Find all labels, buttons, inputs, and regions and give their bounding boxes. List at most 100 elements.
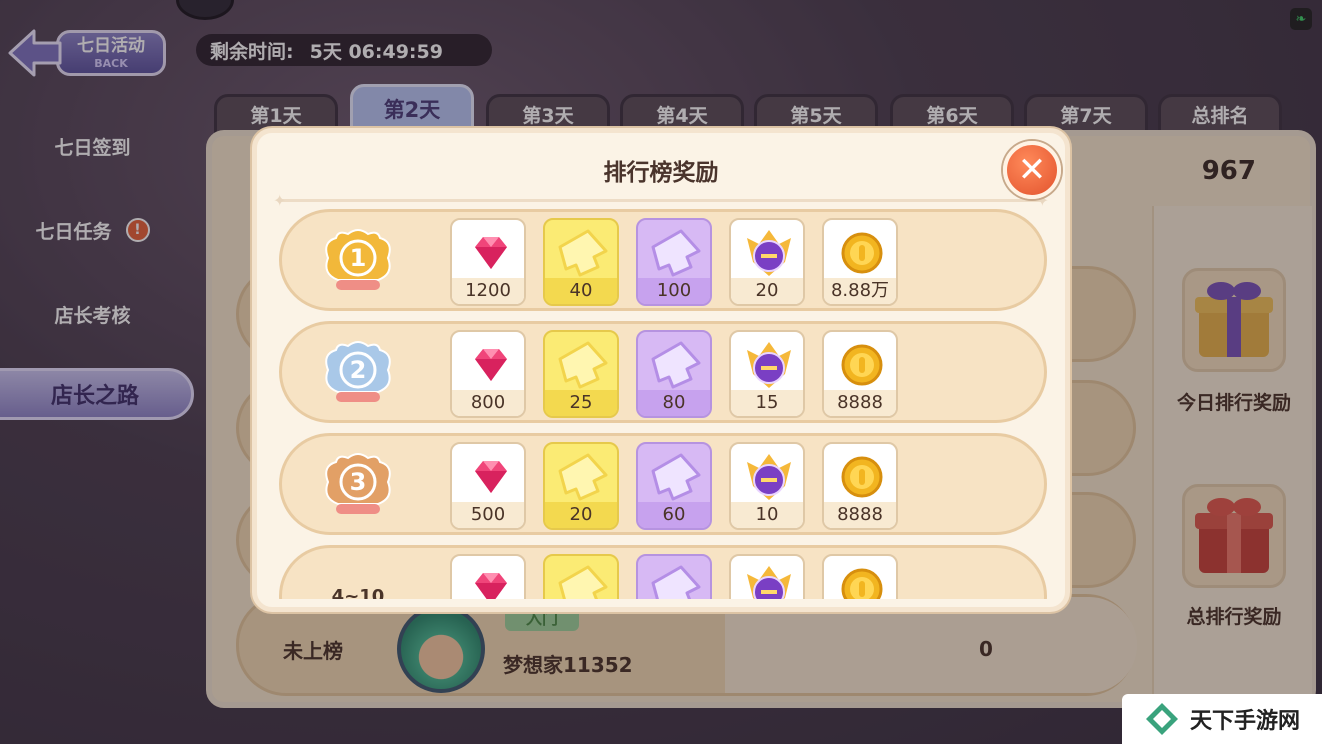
rank-number: 1	[350, 244, 367, 272]
back-arrow-icon	[6, 28, 62, 78]
reward-row: 4~10	[279, 545, 1047, 599]
watermark-text: 天下手游网	[1189, 709, 1300, 734]
tab-day-2[interactable]: 第2天	[350, 84, 474, 134]
rank-medal-icon: 1	[318, 228, 398, 296]
reward-quantity: 25	[545, 390, 617, 416]
reward-item[interactable]: 8888	[822, 442, 898, 530]
reward-quantity: 10	[731, 502, 803, 528]
gold-coin-icon	[824, 338, 896, 392]
reward-quantity: 80	[638, 390, 710, 416]
sidebar-item-label: 七日任务	[35, 220, 112, 243]
reward-quantity: 40	[545, 278, 617, 304]
reward-item[interactable]: 20	[543, 442, 619, 530]
today-reward-label: 今日排行奖励	[1176, 392, 1291, 414]
total-reward-button[interactable]	[1182, 484, 1286, 588]
sparkle-icon: ✦	[273, 191, 287, 210]
rank-medal-icon: 2	[318, 340, 398, 408]
sidebar-item-sign-in[interactable]: 七日签到	[0, 120, 185, 172]
reward-list[interactable]: 1 1200 40 100 20 8.88万 2 800 25 80 15 8888 3 500 20 60 1…	[279, 209, 1047, 599]
reward-item[interactable]	[729, 554, 805, 599]
shield-badge-icon	[731, 226, 803, 280]
ruby-icon	[452, 338, 524, 392]
reward-quantity: 8.88万	[824, 278, 896, 304]
panel-score: 967	[1201, 156, 1256, 186]
reward-item[interactable]	[543, 554, 619, 599]
red-gift-icon	[1195, 498, 1273, 573]
reward-item[interactable]: 60	[636, 442, 712, 530]
reward-item[interactable]: 800	[450, 330, 526, 418]
rank-number: 3	[350, 468, 367, 496]
shield-badge-icon	[731, 450, 803, 504]
player-avatar-top[interactable]	[176, 0, 234, 20]
modal-divider	[279, 199, 1043, 202]
sidebar-item-label: 店长考核	[54, 304, 131, 327]
reward-item[interactable]	[636, 554, 712, 599]
reward-item[interactable]: 8888	[822, 330, 898, 418]
my-avatar	[397, 605, 485, 693]
gold-ticket-icon	[545, 226, 617, 280]
sidebar-item-label: 七日签到	[54, 136, 131, 159]
purple-gift-icon	[1195, 282, 1273, 357]
reward-column: 今日排行奖励 总排行奖励	[1152, 206, 1312, 696]
purple-ticket-icon	[638, 562, 710, 599]
rank-range: 4~10	[331, 586, 385, 599]
reward-item[interactable]: 15	[729, 330, 805, 418]
sidebar-item-manager-road[interactable]: 店长之路	[0, 368, 194, 420]
back-button[interactable]: 七日活动 BACK	[6, 26, 176, 80]
my-rank-label: 未上榜	[283, 639, 343, 663]
reward-item[interactable]: 40	[543, 218, 619, 306]
reward-quantity: 100	[638, 278, 710, 304]
reward-item[interactable]: 10	[729, 442, 805, 530]
diamond-logo-icon	[1145, 703, 1178, 735]
reward-quantity: 20	[545, 502, 617, 528]
total-reward-label: 总排行奖励	[1186, 606, 1282, 628]
reward-quantity: 60	[638, 502, 710, 528]
reward-quantity: 15	[731, 390, 803, 416]
reward-item[interactable]: 100	[636, 218, 712, 306]
sidebar-item-tasks[interactable]: 七日任务 !	[0, 204, 185, 256]
reward-item[interactable]: 80	[636, 330, 712, 418]
timer-value: 5天 06:49:59	[309, 40, 443, 63]
gold-coin-icon	[824, 226, 896, 280]
reward-quantity: 800	[452, 390, 524, 416]
reward-quantity: 8888	[824, 390, 896, 416]
reward-item[interactable]: 500	[450, 442, 526, 530]
site-watermark: 天下手游网	[1122, 694, 1322, 744]
back-label: 七日活动 BACK	[56, 30, 166, 76]
gold-coin-icon	[824, 562, 896, 599]
reward-row: 1 1200 40 100 20 8.88万	[279, 209, 1047, 311]
ruby-icon	[452, 562, 524, 599]
reward-item[interactable]	[450, 554, 526, 599]
my-score: 0	[979, 637, 993, 661]
alert-badge-icon: !	[125, 218, 150, 242]
shield-badge-icon	[731, 338, 803, 392]
sidebar-item-assessment[interactable]: 店长考核	[0, 288, 185, 340]
reward-item[interactable]: 25	[543, 330, 619, 418]
ranking-reward-modal: 排行榜奖励 ✦ ✦ ✕ 1 1200 40 100 20 8.88万 2 800 25 80 15 8…	[252, 128, 1070, 612]
sidebar-item-label: 店长之路	[50, 384, 139, 409]
reward-row: 3 500 20 60 10 8888	[279, 433, 1047, 535]
gold-ticket-icon	[545, 338, 617, 392]
countdown-timer: 剩余时间: 5天 06:49:59	[196, 34, 492, 66]
reward-quantity: 20	[731, 278, 803, 304]
tab-total-rank[interactable]: 总排名	[1158, 94, 1282, 134]
gold-ticket-icon	[545, 562, 617, 599]
reward-item[interactable]: 20	[729, 218, 805, 306]
reward-item[interactable]: 1200	[450, 218, 526, 306]
today-reward-button[interactable]	[1182, 268, 1286, 372]
back-title: 七日活动	[77, 35, 145, 56]
purple-ticket-icon	[638, 338, 710, 392]
leaf-icon[interactable]: ❧	[1290, 8, 1312, 30]
reward-item[interactable]: 8.88万	[822, 218, 898, 306]
back-sub: BACK	[94, 56, 128, 70]
close-button[interactable]: ✕	[1003, 141, 1061, 199]
reward-quantity: 500	[452, 502, 524, 528]
reward-quantity: 8888	[824, 502, 896, 528]
reward-item[interactable]	[822, 554, 898, 599]
timer-label: 剩余时间:	[210, 40, 294, 63]
ruby-icon	[452, 450, 524, 504]
reward-row: 2 800 25 80 15 8888	[279, 321, 1047, 423]
purple-ticket-icon	[638, 226, 710, 280]
gold-coin-icon	[824, 450, 896, 504]
my-name: 梦想家11352	[503, 653, 633, 677]
